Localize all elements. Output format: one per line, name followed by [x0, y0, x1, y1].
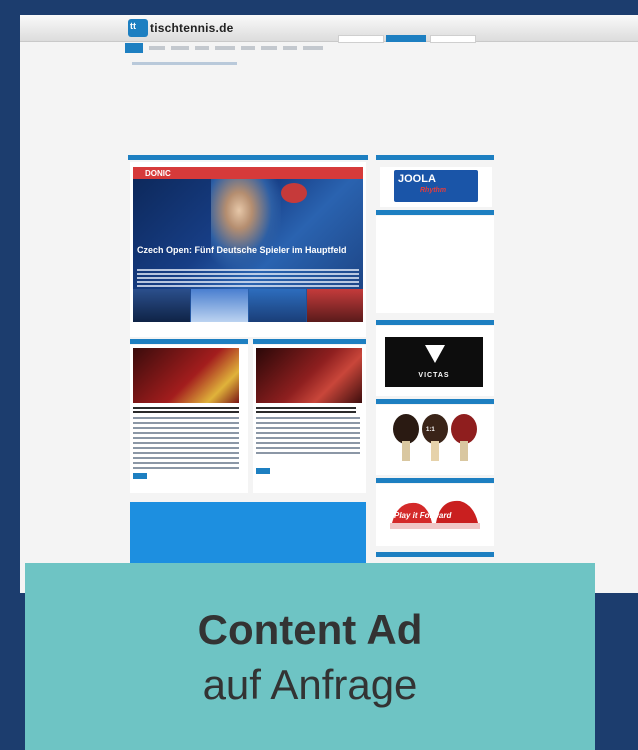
- sidebar-top-bar: [376, 155, 494, 160]
- thumbnail[interactable]: [133, 289, 190, 322]
- logo-icon[interactable]: tt: [128, 19, 148, 37]
- nav-item[interactable]: [241, 46, 255, 50]
- article-title[interactable]: [256, 407, 356, 413]
- player-image: [211, 179, 281, 269]
- sidebar-box-header: [376, 399, 494, 404]
- nav-item[interactable]: [195, 46, 209, 50]
- victas-ad[interactable]: VICTAS: [385, 337, 483, 387]
- joola-logo: JOOLA Rhythm: [394, 170, 478, 202]
- login-field[interactable]: [430, 35, 476, 43]
- sidebar-box-header: [376, 320, 494, 325]
- article-photo[interactable]: [256, 348, 362, 403]
- card-header-left: [130, 339, 248, 344]
- overlay-title: Content Ad: [197, 606, 423, 653]
- feature-headline[interactable]: Czech Open: Fünf Deutsche Spieler im Hau…: [137, 245, 359, 255]
- article-text: [256, 417, 360, 455]
- feature-teaser: [137, 269, 359, 287]
- feature-photo[interactable]: DONIC Czech Open: Fünf Deutsche Spieler …: [133, 167, 363, 322]
- sidebar-box: [376, 216, 494, 313]
- rackets-ad[interactable]: 1:1: [390, 413, 480, 465]
- read-more-button[interactable]: [133, 473, 147, 479]
- shoes-ad[interactable]: Play it Forward: [388, 493, 482, 541]
- website-screenshot: tt tischtennis.de DONIC Czech Open: Fünf…: [20, 15, 638, 593]
- nav-item[interactable]: [215, 46, 235, 50]
- site-logo[interactable]: tischtennis.de: [150, 21, 233, 35]
- paddle-image: [281, 183, 307, 203]
- breadcrumb[interactable]: [132, 62, 237, 65]
- nav-item[interactable]: [303, 46, 323, 50]
- main-top-bar: [128, 155, 368, 160]
- sidebar-box-header: [376, 478, 494, 483]
- read-more-button[interactable]: [256, 468, 270, 474]
- sidebar-ad-joola[interactable]: JOOLA Rhythm: [380, 167, 492, 207]
- card-header-right: [253, 339, 366, 344]
- thumbnail-strip: [133, 289, 363, 322]
- victas-logo-icon: [425, 345, 445, 363]
- search-input[interactable]: [338, 35, 384, 43]
- article-photo[interactable]: [133, 348, 239, 403]
- sidebar-box-header: [376, 210, 494, 215]
- nav-home[interactable]: [125, 43, 143, 53]
- content-ad-overlay: Content Ad auf Anfrage: [25, 563, 595, 750]
- overlay-subtitle: auf Anfrage: [202, 661, 418, 708]
- article-title[interactable]: [133, 407, 239, 413]
- site-header: tt tischtennis.de: [20, 15, 638, 43]
- sidebar-box-header: [376, 552, 494, 557]
- sponsor-banner: DONIC: [133, 167, 363, 179]
- nav-item[interactable]: [261, 46, 277, 50]
- rackets-image: [393, 414, 477, 461]
- nav-item[interactable]: [149, 46, 165, 50]
- thumbnail[interactable]: [307, 289, 363, 322]
- main-navigation: [125, 43, 425, 53]
- nav-item[interactable]: [171, 46, 189, 50]
- search-button[interactable]: [386, 35, 426, 42]
- thumbnail[interactable]: [249, 289, 306, 322]
- nav-item[interactable]: [283, 46, 297, 50]
- article-text: [133, 417, 239, 469]
- thumbnail[interactable]: [191, 289, 248, 322]
